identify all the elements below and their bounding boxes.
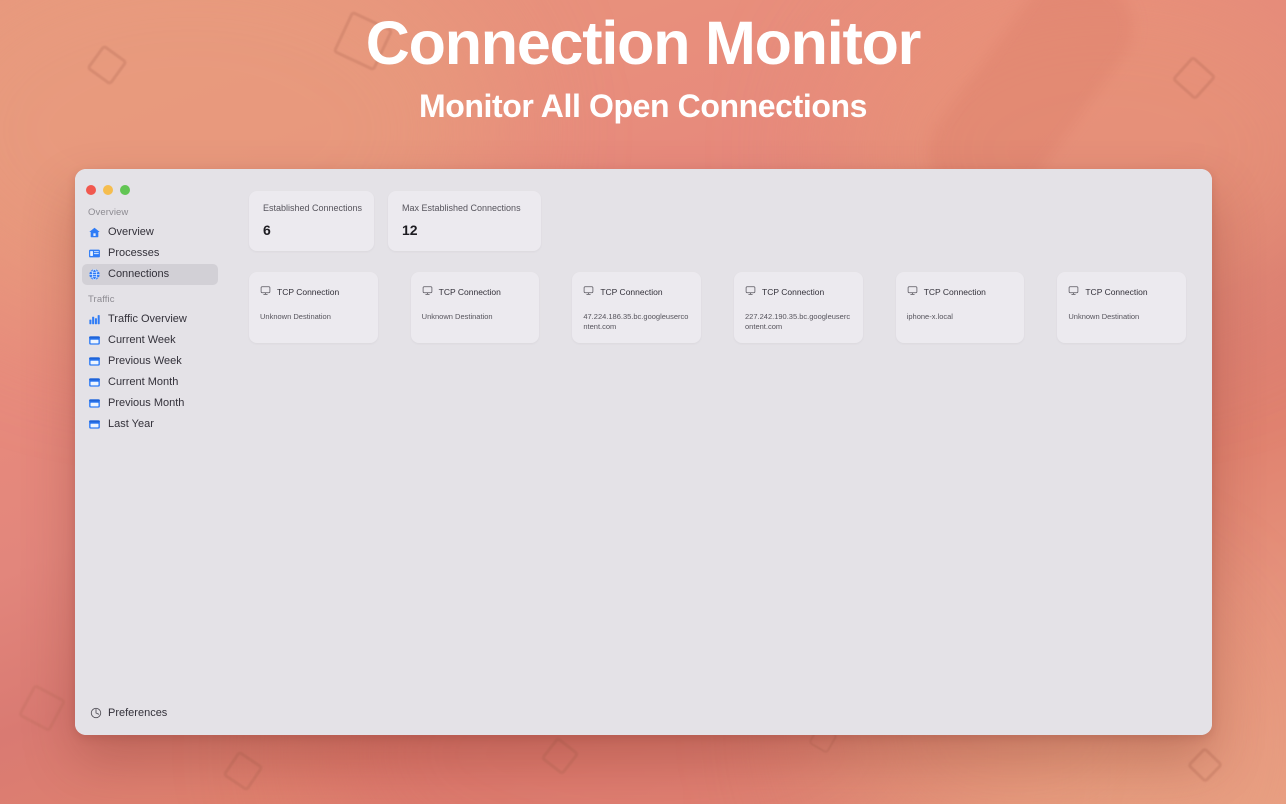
connections-row: TCP Connection Unknown Destination TCP Con… (249, 271, 1187, 343)
calendar-icon (88, 355, 101, 368)
close-button[interactable] (86, 184, 96, 195)
monitor-icon (260, 283, 271, 301)
window-traffic-lights (75, 176, 225, 198)
connection-card-header: TCP Connection (583, 283, 690, 301)
app-window: Overview Overview Processes Connections Traf… (75, 169, 1212, 735)
sidebar-group-label: Overview (88, 207, 129, 218)
sidebar-item-traffic-overview[interactable]: Traffic Overview (82, 309, 218, 330)
connection-card[interactable]: TCP Connection Unknown Destination (1057, 271, 1187, 343)
window-icon (88, 247, 101, 260)
connection-card-header: TCP Connection (745, 283, 852, 301)
sidebar-item-previous-week[interactable]: Previous Week (82, 351, 218, 372)
page-root: Connection Monitor Monitor All Open Conn… (0, 0, 1286, 804)
sidebar-item-label: Last Year (108, 418, 154, 430)
page-title: Connection Monitor (365, 9, 922, 77)
connection-card-header: TCP Connection (907, 283, 1014, 301)
monitor-icon (745, 283, 756, 301)
connection-card-destination: iphone-x.local (906, 311, 953, 321)
connection-card-header: TCP Connection (1068, 283, 1175, 301)
decorative-diamond (540, 736, 580, 776)
sidebar-item-label: Current Month (108, 376, 179, 388)
sidebar-item-label: Overview (108, 226, 154, 238)
connection-card[interactable]: TCP Connection 227.242.190.35.bc.googleus… (734, 271, 863, 343)
stat-label: Established Connections (263, 203, 363, 213)
monitor-icon (422, 283, 433, 301)
decorative-diamond (222, 750, 264, 792)
calendar-icon (88, 397, 101, 410)
connection-card-title: TCP Connection (600, 286, 663, 297)
sidebar-item-current-month[interactable]: Current Month (82, 372, 218, 393)
sidebar-item-connections[interactable]: Connections (82, 264, 218, 285)
stat-card: Established Connections 6 (249, 191, 374, 251)
connection-card-title: TCP Connection (923, 286, 986, 297)
page-subtitle: Monitor All Open Connections (418, 88, 868, 125)
zoom-button[interactable] (120, 184, 130, 195)
connection-card-destination: 227.242.190.35.bc.googleusercontent.com (745, 311, 851, 331)
connection-card-destination: Unknown Destination (1068, 311, 1140, 321)
sidebar-item-label: Previous Week (108, 355, 182, 367)
preferences-label: Preferences (108, 706, 168, 719)
sidebar-group-label: Traffic (88, 294, 115, 305)
stat-value: 12 (402, 221, 418, 238)
sidebar-item-overview[interactable]: Overview (82, 222, 218, 243)
globe-icon (88, 268, 101, 281)
connection-card-header: TCP Connection (260, 283, 367, 301)
calendar-icon (88, 418, 101, 431)
monitor-icon (583, 283, 594, 301)
connection-card-title: TCP Connection (277, 286, 340, 297)
connection-card[interactable]: TCP Connection Unknown Destination (410, 271, 540, 343)
connection-card-header: TCP Connection (422, 283, 529, 301)
sidebar-item-label: Traffic Overview (108, 313, 187, 325)
connection-card[interactable]: TCP Connection Unknown Destination (249, 271, 378, 343)
stat-card: Max Established Connections 12 (388, 191, 541, 251)
sidebar-nav: Overview Overview Processes Connections Traf… (75, 198, 225, 435)
sidebar-item-label: Previous Month (108, 397, 185, 409)
monitor-icon (1068, 283, 1079, 301)
connection-card[interactable]: TCP Connection iphone-x.local (895, 271, 1025, 343)
sidebar-item-processes[interactable]: Processes (82, 243, 218, 264)
main-content: Established Connections 6 Max Established … (225, 169, 1212, 735)
calendar-icon (88, 334, 101, 347)
gear-circle-icon (89, 706, 102, 719)
stats-row: Established Connections 6 Max Established … (249, 191, 1186, 251)
connection-card-destination: Unknown Destination (421, 311, 493, 321)
connection-card-title: TCP Connection (1085, 286, 1148, 297)
connection-card-destination: Unknown Destination (260, 311, 331, 321)
decorative-diamond (1186, 746, 1224, 784)
sidebar: Overview Overview Processes Connections Traf… (75, 169, 225, 735)
stat-value: 6 (263, 221, 271, 238)
monitor-icon (907, 283, 918, 301)
house-icon (88, 226, 101, 239)
preferences-button[interactable]: Preferences (84, 703, 172, 722)
sidebar-item-current-week[interactable]: Current Week (82, 330, 218, 351)
calendar-icon (88, 376, 101, 389)
sidebar-item-previous-month[interactable]: Previous Month (82, 393, 218, 414)
sidebar-item-label: Current Week (108, 334, 176, 346)
stat-label: Max Established Connections (402, 203, 521, 213)
sidebar-item-label: Connections (108, 268, 170, 280)
sidebar-item-last-year[interactable]: Last Year (82, 414, 218, 435)
minimize-button[interactable] (103, 184, 113, 195)
connection-card-title: TCP Connection (438, 286, 501, 297)
bar-chart-icon (88, 313, 101, 326)
connection-card-title: TCP Connection (762, 286, 825, 297)
connection-card-destination: 47.224.186.35.bc.googleusercontent.com (583, 311, 689, 331)
hero-header: Connection Monitor Monitor All Open Conn… (0, 0, 1286, 125)
sidebar-item-label: Processes (108, 247, 160, 259)
connection-card[interactable]: TCP Connection 47.224.186.35.bc.googleuse… (572, 271, 702, 343)
decorative-diamond (17, 683, 67, 733)
